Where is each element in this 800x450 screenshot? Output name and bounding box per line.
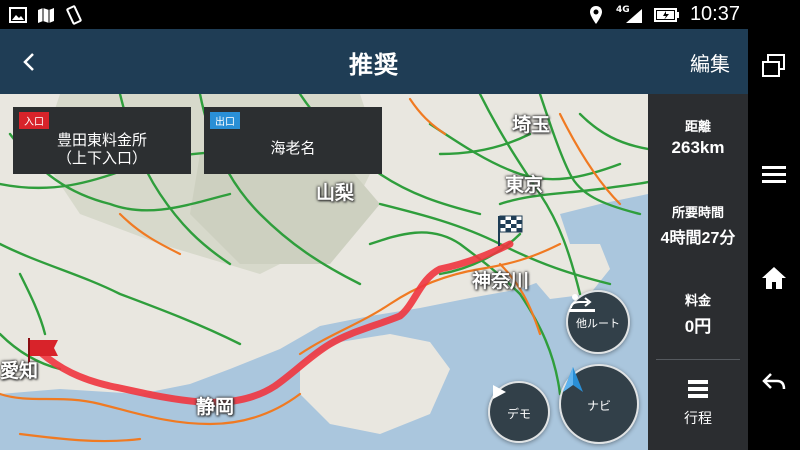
itinerary-label: 行程 xyxy=(684,411,712,427)
divider xyxy=(656,359,740,360)
home-icon xyxy=(762,267,786,289)
recents-icon xyxy=(762,54,785,77)
entrance-card[interactable]: 入口 豊田東料金所 （上下入口） xyxy=(13,107,191,174)
back-nav-button[interactable] xyxy=(748,362,800,402)
menu-icon xyxy=(762,166,786,183)
alt-route-icon xyxy=(569,294,595,312)
network-type: 4G xyxy=(615,4,630,15)
signal-icon: 4G xyxy=(616,5,644,25)
map-label-yamanashi: 山梨 xyxy=(316,182,355,204)
demo-label: デモ xyxy=(506,406,531,421)
vibrate-icon xyxy=(64,5,84,25)
entrance-name-line2: （上下入口） xyxy=(56,149,147,167)
time-label: 所要時間 xyxy=(671,206,724,221)
status-bar: 4G 10:37 xyxy=(0,0,748,29)
navi-button[interactable]: ナビ xyxy=(559,364,639,444)
fee-label: 料金 xyxy=(684,294,711,309)
entrance-name-line1: 豊田東料金所 xyxy=(56,131,147,149)
entrance-tag: 入口 xyxy=(19,112,49,129)
recents-button[interactable] xyxy=(748,46,800,86)
map-label-shizuoka: 静岡 xyxy=(196,396,235,418)
fee-value: 0円 xyxy=(684,317,712,336)
map-app-icon xyxy=(36,5,56,25)
time-block: 所要時間 4時間27分 xyxy=(648,202,748,248)
app-header: 推奨 編集 xyxy=(0,29,748,94)
location-icon xyxy=(586,5,606,25)
page-title: 推奨 xyxy=(349,51,399,79)
exit-tag: 出口 xyxy=(210,112,240,129)
map-label-saitama: 埼玉 xyxy=(512,114,551,136)
edit-button[interactable]: 編集 xyxy=(690,48,730,77)
image-icon xyxy=(8,5,28,25)
navi-label: ナビ xyxy=(586,398,611,413)
distance-block: 距離 263km xyxy=(648,116,748,158)
route-map[interactable]: 埼玉 山梨 東京 神奈川 静岡 愛知 入口 豊田東料金所 （上下入口） 出口 海… xyxy=(0,94,648,450)
itinerary-button[interactable]: 行程 xyxy=(648,378,748,428)
fee-block: 料金 0円 xyxy=(648,290,748,337)
battery-icon xyxy=(653,5,680,25)
alt-route-button[interactable]: 他ルート xyxy=(566,290,630,354)
map-label-tokyo: 東京 xyxy=(505,174,544,196)
time-value: 4時間27分 xyxy=(660,230,736,247)
system-nav-bar xyxy=(748,0,800,450)
play-icon xyxy=(493,385,506,399)
route-info-panel: 距離 263km 所要時間 4時間27分 料金 0円 行程 xyxy=(648,94,748,450)
demo-button[interactable]: デモ xyxy=(488,381,550,443)
alt-route-label: 他ルート xyxy=(576,317,620,330)
navigation-arrow-icon xyxy=(563,367,583,392)
back-arrow-icon xyxy=(762,373,786,390)
list-icon xyxy=(688,380,708,398)
menu-button[interactable] xyxy=(748,154,800,194)
map-label-aichi: 愛知 xyxy=(0,360,39,382)
map-label-kanagawa: 神奈川 xyxy=(472,270,530,292)
entrance-name: 豊田東料金所 （上下入口） xyxy=(13,131,191,167)
status-time: 10:37 xyxy=(689,3,740,25)
home-button[interactable] xyxy=(748,258,800,298)
distance-label: 距離 xyxy=(684,120,711,135)
exit-card[interactable]: 出口 海老名 xyxy=(204,107,382,174)
distance-value: 263km xyxy=(671,138,725,157)
exit-name: 海老名 xyxy=(270,139,316,157)
